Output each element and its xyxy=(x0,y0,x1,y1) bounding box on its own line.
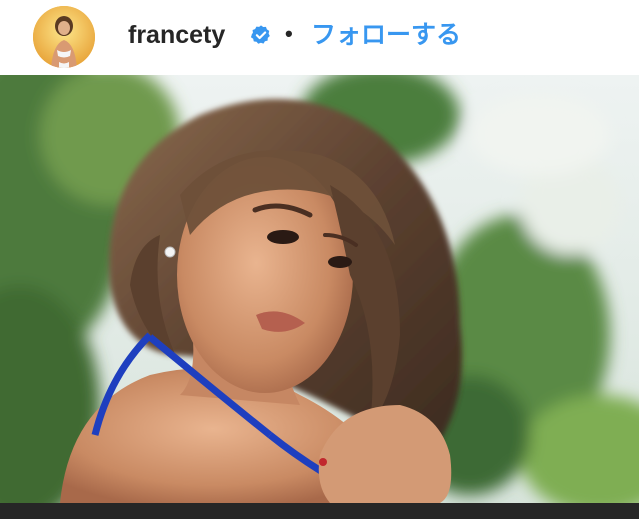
profile-avatar[interactable] xyxy=(33,6,95,68)
post-header: francety • フォローする xyxy=(0,0,639,75)
post-photo[interactable] xyxy=(0,75,639,503)
bottom-bar xyxy=(0,503,639,519)
username-link[interactable]: francety xyxy=(128,20,225,50)
follow-button[interactable]: フォローする xyxy=(311,20,461,50)
verified-badge-icon xyxy=(250,24,272,46)
header-separator: • xyxy=(285,21,293,46)
